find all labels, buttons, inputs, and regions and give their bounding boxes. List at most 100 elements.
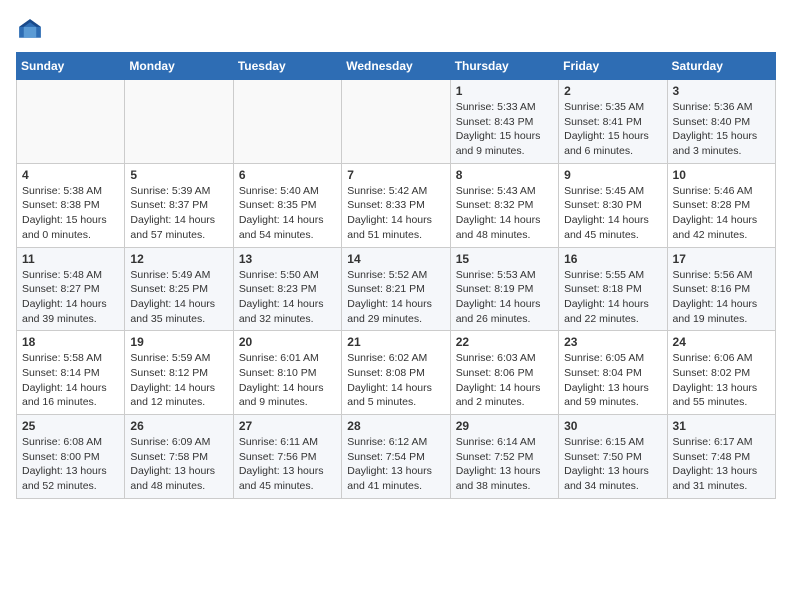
calendar-cell: 9 Sunrise: 5:45 AM Sunset: 8:30 PM Daylig… [559,163,667,247]
day-number: 20 [239,335,336,349]
day-number: 2 [564,84,661,98]
day-number: 21 [347,335,444,349]
day-info: Sunrise: 6:15 AM Sunset: 7:50 PM Dayligh… [564,435,661,494]
calendar-cell: 21 Sunrise: 6:02 AM Sunset: 8:08 PM Dayli… [342,331,450,415]
calendar-header: SundayMondayTuesdayWednesdayThursdayFrid… [17,53,776,80]
calendar-cell: 18Sunrise: 5:58 AM Sunset: 8:14 PM Dayli… [17,331,125,415]
weekday-header-wednesday: Wednesday [342,53,450,80]
calendar-cell [17,80,125,164]
day-info: Sunrise: 6:11 AM Sunset: 7:56 PM Dayligh… [239,435,336,494]
day-number: 19 [130,335,227,349]
calendar-table: SundayMondayTuesdayWednesdayThursdayFrid… [16,52,776,499]
logo [16,16,48,44]
day-number: 28 [347,419,444,433]
calendar-cell: 6 Sunrise: 5:40 AM Sunset: 8:35 PM Daylig… [233,163,341,247]
calendar-cell: 7 Sunrise: 5:42 AM Sunset: 8:33 PM Daylig… [342,163,450,247]
calendar-cell: 16Sunrise: 5:55 AM Sunset: 8:18 PM Dayli… [559,247,667,331]
day-number: 25 [22,419,119,433]
calendar-cell: 1Sunrise: 5:33 AM Sunset: 8:43 PM Daylig… [450,80,558,164]
calendar-cell: 27 Sunrise: 6:11 AM Sunset: 7:56 PM Dayli… [233,415,341,499]
logo-icon [16,16,44,44]
calendar-cell: 13 Sunrise: 5:50 AM Sunset: 8:23 PM Dayli… [233,247,341,331]
day-number: 3 [673,84,770,98]
calendar-cell: 5 Sunrise: 5:39 AM Sunset: 8:37 PM Daylig… [125,163,233,247]
day-info: Sunrise: 6:17 AM Sunset: 7:48 PM Dayligh… [673,435,770,494]
weekday-header-monday: Monday [125,53,233,80]
day-info: Sunrise: 5:46 AM Sunset: 8:28 PM Dayligh… [673,184,770,243]
calendar-cell: 23 Sunrise: 6:05 AM Sunset: 8:04 PM Dayli… [559,331,667,415]
day-number: 23 [564,335,661,349]
calendar-cell: 29Sunrise: 6:14 AM Sunset: 7:52 PM Dayli… [450,415,558,499]
weekday-header-sunday: Sunday [17,53,125,80]
day-info: Sunrise: 5:40 AM Sunset: 8:35 PM Dayligh… [239,184,336,243]
day-info: Sunrise: 5:39 AM Sunset: 8:37 PM Dayligh… [130,184,227,243]
day-number: 26 [130,419,227,433]
day-info: Sunrise: 5:49 AM Sunset: 8:25 PM Dayligh… [130,268,227,327]
day-number: 12 [130,252,227,266]
day-number: 30 [564,419,661,433]
day-number: 1 [456,84,553,98]
day-info: Sunrise: 5:35 AM Sunset: 8:41 PM Dayligh… [564,100,661,159]
calendar-week-3: 11 Sunrise: 5:48 AM Sunset: 8:27 PM Dayli… [17,247,776,331]
day-number: 9 [564,168,661,182]
calendar-cell: 20 Sunrise: 6:01 AM Sunset: 8:10 PM Dayli… [233,331,341,415]
day-info: Sunrise: 5:43 AM Sunset: 8:32 PM Dayligh… [456,184,553,243]
calendar-cell: 31 Sunrise: 6:17 AM Sunset: 7:48 PM Dayli… [667,415,775,499]
calendar-cell: 30 Sunrise: 6:15 AM Sunset: 7:50 PM Dayli… [559,415,667,499]
calendar-cell: 3 Sunrise: 5:36 AM Sunset: 8:40 PM Daylig… [667,80,775,164]
day-info: Sunrise: 6:06 AM Sunset: 8:02 PM Dayligh… [673,351,770,410]
day-info: Sunrise: 6:12 AM Sunset: 7:54 PM Dayligh… [347,435,444,494]
calendar-cell: 19Sunrise: 5:59 AM Sunset: 8:12 PM Dayli… [125,331,233,415]
day-number: 22 [456,335,553,349]
day-info: Sunrise: 6:05 AM Sunset: 8:04 PM Dayligh… [564,351,661,410]
calendar-cell: 25Sunrise: 6:08 AM Sunset: 8:00 PM Dayli… [17,415,125,499]
day-info: Sunrise: 5:45 AM Sunset: 8:30 PM Dayligh… [564,184,661,243]
calendar-week-1: 1Sunrise: 5:33 AM Sunset: 8:43 PM Daylig… [17,80,776,164]
weekday-header-thursday: Thursday [450,53,558,80]
day-number: 16 [564,252,661,266]
day-info: Sunrise: 5:50 AM Sunset: 8:23 PM Dayligh… [239,268,336,327]
day-info: Sunrise: 5:52 AM Sunset: 8:21 PM Dayligh… [347,268,444,327]
day-number: 5 [130,168,227,182]
day-info: Sunrise: 5:53 AM Sunset: 8:19 PM Dayligh… [456,268,553,327]
calendar-week-5: 25Sunrise: 6:08 AM Sunset: 8:00 PM Dayli… [17,415,776,499]
day-info: Sunrise: 5:36 AM Sunset: 8:40 PM Dayligh… [673,100,770,159]
day-number: 8 [456,168,553,182]
calendar-cell: 28 Sunrise: 6:12 AM Sunset: 7:54 PM Dayli… [342,415,450,499]
day-number: 27 [239,419,336,433]
day-info: Sunrise: 5:42 AM Sunset: 8:33 PM Dayligh… [347,184,444,243]
calendar-cell: 11 Sunrise: 5:48 AM Sunset: 8:27 PM Dayli… [17,247,125,331]
day-number: 11 [22,252,119,266]
calendar-cell [342,80,450,164]
calendar-cell: 14 Sunrise: 5:52 AM Sunset: 8:21 PM Dayli… [342,247,450,331]
day-number: 24 [673,335,770,349]
day-info: Sunrise: 6:02 AM Sunset: 8:08 PM Dayligh… [347,351,444,410]
calendar-cell [125,80,233,164]
calendar-cell: 4Sunrise: 5:38 AM Sunset: 8:38 PM Daylig… [17,163,125,247]
day-info: Sunrise: 6:01 AM Sunset: 8:10 PM Dayligh… [239,351,336,410]
day-info: Sunrise: 5:58 AM Sunset: 8:14 PM Dayligh… [22,351,119,410]
day-info: Sunrise: 5:48 AM Sunset: 8:27 PM Dayligh… [22,268,119,327]
calendar-cell: 8 Sunrise: 5:43 AM Sunset: 8:32 PM Daylig… [450,163,558,247]
calendar-cell: 24 Sunrise: 6:06 AM Sunset: 8:02 PM Dayli… [667,331,775,415]
weekday-header-tuesday: Tuesday [233,53,341,80]
day-number: 14 [347,252,444,266]
day-info: Sunrise: 6:09 AM Sunset: 7:58 PM Dayligh… [130,435,227,494]
day-info: Sunrise: 6:14 AM Sunset: 7:52 PM Dayligh… [456,435,553,494]
calendar-cell: 15 Sunrise: 5:53 AM Sunset: 8:19 PM Dayli… [450,247,558,331]
day-number: 15 [456,252,553,266]
day-number: 13 [239,252,336,266]
calendar-week-4: 18Sunrise: 5:58 AM Sunset: 8:14 PM Dayli… [17,331,776,415]
calendar-week-2: 4Sunrise: 5:38 AM Sunset: 8:38 PM Daylig… [17,163,776,247]
calendar-body: 1Sunrise: 5:33 AM Sunset: 8:43 PM Daylig… [17,80,776,499]
calendar-cell: 10Sunrise: 5:46 AM Sunset: 8:28 PM Dayli… [667,163,775,247]
page-header [16,16,776,44]
day-number: 7 [347,168,444,182]
weekday-header-saturday: Saturday [667,53,775,80]
day-number: 31 [673,419,770,433]
calendar-cell: 26 Sunrise: 6:09 AM Sunset: 7:58 PM Dayli… [125,415,233,499]
day-number: 6 [239,168,336,182]
calendar-cell: 17Sunrise: 5:56 AM Sunset: 8:16 PM Dayli… [667,247,775,331]
calendar-cell: 12 Sunrise: 5:49 AM Sunset: 8:25 PM Dayli… [125,247,233,331]
weekday-header-friday: Friday [559,53,667,80]
